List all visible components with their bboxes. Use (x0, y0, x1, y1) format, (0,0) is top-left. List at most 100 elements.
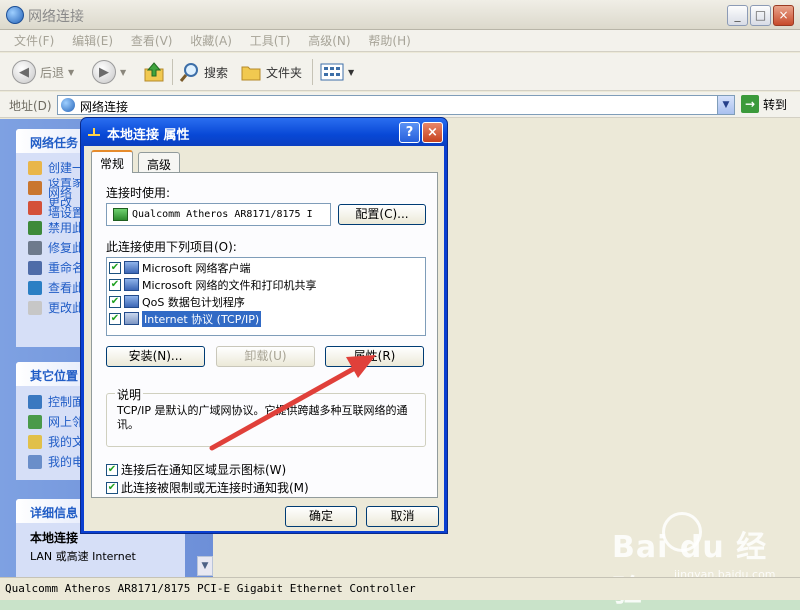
network-task-item-label: 设置家 网络 (48, 178, 85, 198)
disable-icon (28, 221, 42, 235)
properties-button[interactable]: 属性(R) (325, 346, 424, 367)
other-place-item-label: 网上邻 (48, 414, 85, 429)
menu-view[interactable]: 查看(V) (131, 30, 173, 52)
list-item[interactable]: ✔ Internet 协议 (TCP/IP) (109, 310, 339, 327)
home-network-icon (28, 181, 42, 195)
folders-label: 文件夹 (266, 65, 303, 80)
ok-button[interactable]: 确定 (285, 506, 357, 527)
components-list[interactable]: ✔ Microsoft 网络客户端 ✔ Microsoft 网络的文件和打印机共… (106, 257, 426, 336)
item-checkbox[interactable]: ✔ (109, 278, 121, 291)
uninstall-button[interactable]: 卸载(U) (216, 346, 315, 367)
item-checkbox[interactable]: ✔ (109, 261, 121, 274)
menu-help[interactable]: 帮助(H) (368, 30, 410, 52)
address-bar: 地址(D) 网络连接 ▼ → 转到 (0, 92, 800, 118)
notify-option[interactable]: ✔ 此连接被限制或无连接时通知我(M) (106, 479, 309, 496)
dialog-title: 本地连接 属性 (107, 128, 190, 143)
network-connections-icon (6, 6, 24, 24)
connect-using-label: 连接时使用: (106, 186, 171, 200)
network-task-item-label: 创建一 (48, 160, 85, 175)
other-place-item-label: 我的电 (48, 454, 85, 469)
address-label: 地址(D) (9, 99, 52, 113)
item-label: Internet 协议 (TCP/IP) (142, 310, 262, 327)
adapter-name: Qualcomm Atheros AR8171/8175 I (132, 209, 313, 220)
dialog-title-bar[interactable]: 本地连接 属性 ? × (81, 118, 447, 146)
views-button[interactable]: ▼ (320, 59, 354, 85)
network-places-icon (28, 415, 42, 429)
status-bar: Qualcomm Atheros AR8171/8175 PCI-E Gigab… (0, 577, 800, 600)
rename-icon (28, 261, 42, 275)
baidu-watermark: Bai du 经验 jingyan.baidu.com (612, 512, 792, 609)
new-connection-icon (28, 161, 42, 175)
search-label: 搜索 (204, 65, 229, 80)
address-input[interactable]: 网络连接 ▼ (57, 95, 735, 115)
settings-icon (28, 301, 42, 315)
list-item[interactable]: ✔ QoS 数据包计划程序 (109, 293, 339, 310)
address-value: 网络连接 (80, 100, 129, 114)
show-icon-option[interactable]: ✔ 连接后在通知区域显示图标(W) (106, 461, 286, 478)
other-place-item-label: 控制面 (48, 394, 85, 409)
repair-icon (28, 241, 42, 255)
back-dropdown-icon[interactable]: ▼ (68, 68, 74, 77)
control-panel-icon (28, 395, 42, 409)
go-arrow-icon: → (741, 95, 759, 113)
menu-tools[interactable]: 工具(T) (250, 30, 291, 52)
notify-checkbox[interactable]: ✔ (106, 481, 118, 494)
scroll-down-button[interactable]: ▼ (197, 556, 213, 576)
tab-general[interactable]: 常规 (91, 150, 134, 173)
close-button[interactable]: × (773, 5, 794, 26)
up-folder-button[interactable] (142, 59, 166, 85)
maximize-button[interactable]: □ (750, 5, 771, 26)
show-icon-label: 连接后在通知区域显示图标(W) (121, 463, 287, 477)
menu-bar: 文件(F) 编辑(E) 查看(V) 收藏(A) 工具(T) 高级(N) 帮助(H… (0, 30, 800, 80)
client-icon (124, 261, 139, 274)
description-title: 说明 (115, 386, 144, 403)
qos-icon (124, 295, 139, 308)
help-button[interactable]: ? (399, 122, 420, 143)
go-button[interactable]: → 转到 (741, 95, 787, 113)
folders-icon (241, 66, 261, 81)
configure-button[interactable]: 配置(C)... (338, 204, 426, 225)
back-button[interactable]: ◀ 后退 ▼ (12, 59, 74, 85)
items-label: 此连接使用下列项目(O): (106, 240, 237, 254)
toolbar: ◀ 后退 ▼ ▶ ▼ 搜索 文件夹 ▼ (0, 53, 800, 91)
item-label: Microsoft 网络客户端 (142, 261, 251, 275)
tab-advanced[interactable]: 高级 (138, 152, 181, 172)
description-text: TCP/IP 是默认的广域网协议。它提供跨越多种互联网络的通讯。 (117, 404, 408, 431)
show-icon-checkbox[interactable]: ✔ (106, 463, 118, 476)
up-folder-icon (144, 62, 164, 82)
search-icon (179, 63, 198, 82)
menu-favorites[interactable]: 收藏(A) (190, 30, 232, 52)
forward-button[interactable]: ▶ ▼ (92, 59, 126, 85)
install-button[interactable]: 安装(N)... (106, 346, 205, 367)
folders-button[interactable]: 文件夹 (240, 59, 302, 85)
item-checkbox[interactable]: ✔ (109, 312, 121, 325)
forward-dropdown-icon[interactable]: ▼ (120, 68, 126, 77)
list-item[interactable]: ✔ Microsoft 网络的文件和打印机共享 (109, 276, 339, 293)
title-bar[interactable]: 网络连接 _ □ × (0, 0, 800, 30)
list-item[interactable]: ✔ Microsoft 网络客户端 (109, 259, 339, 276)
search-button[interactable]: 搜索 (178, 59, 228, 85)
protocol-icon (124, 312, 139, 325)
notify-label: 此连接被限制或无连接时通知我(M) (121, 481, 309, 495)
cancel-button[interactable]: 取消 (366, 506, 439, 527)
network-task-item-label: 更改 墙设置 (48, 198, 85, 218)
general-tab-page: 连接时使用: Qualcomm Atheros AR8171/8175 I 配置… (91, 172, 438, 498)
menu-advanced[interactable]: 高级(N) (308, 30, 350, 52)
item-label: QoS 数据包计划程序 (142, 295, 245, 309)
computer-icon (28, 455, 42, 469)
toolbar-separator (312, 59, 313, 85)
menu-edit[interactable]: 编辑(E) (72, 30, 113, 52)
toolbar-separator (172, 59, 173, 85)
views-dropdown-icon[interactable]: ▼ (348, 68, 354, 77)
file-sharing-icon (124, 278, 139, 291)
documents-icon (28, 435, 42, 449)
network-task-item-label: 禁用此 (48, 220, 85, 235)
description-group: 说明 TCP/IP 是默认的广域网协议。它提供跨越多种互联网络的通讯。 (106, 386, 426, 447)
status-icon (28, 281, 42, 295)
menu-file[interactable]: 文件(F) (14, 30, 54, 52)
minimize-button[interactable]: _ (727, 5, 748, 26)
dialog-close-button[interactable]: × (422, 122, 443, 143)
address-dropdown-icon[interactable]: ▼ (717, 96, 734, 114)
network-connections-icon (61, 98, 75, 112)
item-checkbox[interactable]: ✔ (109, 295, 121, 308)
